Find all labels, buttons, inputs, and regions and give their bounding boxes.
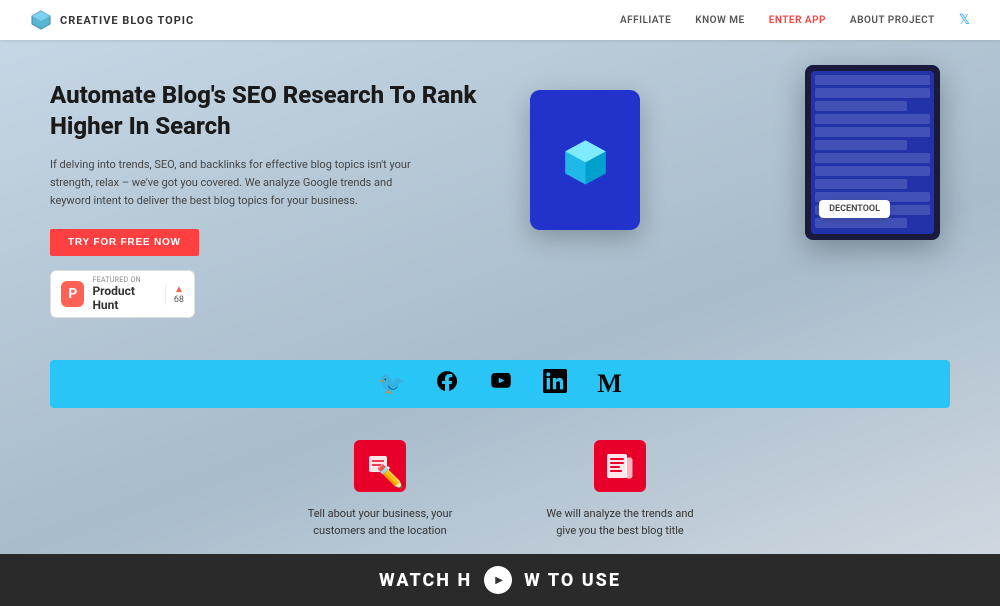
decentool-label: DECENTOOL xyxy=(829,204,880,214)
mock-row-3 xyxy=(815,101,907,111)
hero-title: Automate Blog's SEO Research To Rank Hig… xyxy=(50,80,500,142)
watch-title-end: W TO USE xyxy=(524,570,621,591)
twitter-nav-icon[interactable]: 𝕏 xyxy=(959,12,970,28)
ph-arrow-icon: ▲ xyxy=(174,284,184,295)
medium-icon[interactable]: M xyxy=(597,369,622,399)
edit-icon xyxy=(354,440,406,492)
hero-right: DECENTOOL xyxy=(500,70,950,340)
feature-text-2: We will analyze the trends and give you … xyxy=(540,506,700,539)
mock-row-12 xyxy=(815,218,907,228)
phone-mockup xyxy=(530,90,640,230)
news-svg xyxy=(604,450,636,482)
mock-row-7 xyxy=(815,153,930,163)
nav-affiliate[interactable]: AFFILIATE xyxy=(620,15,671,26)
hero-section: Automate Blog's SEO Research To Rank Hig… xyxy=(0,40,1000,360)
mock-row-6 xyxy=(815,140,907,150)
decentool-badge: DECENTOOL xyxy=(819,200,890,218)
mock-row-5 xyxy=(815,127,930,137)
feature-item-1: Tell about your business, your customers… xyxy=(300,438,460,539)
news-icon xyxy=(594,440,646,492)
features-section: Tell about your business, your customers… xyxy=(0,408,1000,554)
ph-vote-count: 68 xyxy=(174,295,184,305)
youtube-icon[interactable] xyxy=(489,369,513,399)
logo-icon xyxy=(30,9,52,31)
social-bar: 🐦 M xyxy=(50,360,950,408)
ph-name-label: Product Hunt xyxy=(92,284,156,312)
facebook-icon[interactable] xyxy=(435,369,459,399)
try-free-button[interactable]: TRY FOR FREE NOW xyxy=(50,229,199,256)
navbar-brand-area: CREATIVE BLOG TOPIC xyxy=(30,9,194,31)
edit-svg xyxy=(366,452,394,480)
watch-section: WATCH H W TO USE xyxy=(0,554,1000,606)
mock-row-8 xyxy=(815,166,930,176)
hero-description: If delving into trends, SEO, and backlin… xyxy=(50,156,430,209)
mock-row-4 xyxy=(815,114,930,124)
hero-left: Automate Blog's SEO Research To Rank Hig… xyxy=(50,70,500,340)
mock-row-2 xyxy=(815,88,930,98)
product-hunt-icon: P xyxy=(61,281,84,307)
mock-row-1 xyxy=(815,75,930,85)
feature-icon-news-wrap xyxy=(592,438,648,494)
twitter-icon[interactable]: 🐦 xyxy=(378,372,405,397)
product-hunt-text: FEATURED ON Product Hunt xyxy=(92,276,156,312)
product-hunt-badge[interactable]: P FEATURED ON Product Hunt ▲ 68 xyxy=(50,270,195,318)
brand-name: CREATIVE BLOG TOPIC xyxy=(60,14,194,27)
ph-votes: ▲ 68 xyxy=(165,284,184,305)
linkedin-icon[interactable] xyxy=(543,369,567,399)
nav-enter-app[interactable]: ENTER APP xyxy=(769,15,826,26)
ph-featured-label: FEATURED ON xyxy=(92,276,156,284)
feature-text-1: Tell about your business, your customers… xyxy=(300,506,460,539)
feature-icon-edit-wrap xyxy=(352,438,408,494)
feature-item-2: We will analyze the trends and give you … xyxy=(540,438,700,539)
nav-know-me[interactable]: KNOW ME xyxy=(695,15,744,26)
navbar-links: AFFILIATE KNOW ME ENTER APP ABOUT PROJEC… xyxy=(620,12,970,28)
mock-row-9 xyxy=(815,179,907,189)
watch-title: WATCH H xyxy=(379,570,472,591)
play-button[interactable] xyxy=(484,566,512,594)
nav-about-project[interactable]: ABOUT PROJECT xyxy=(850,15,935,26)
cube-icon xyxy=(558,133,613,188)
navbar: CREATIVE BLOG TOPIC AFFILIATE KNOW ME EN… xyxy=(0,0,1000,40)
